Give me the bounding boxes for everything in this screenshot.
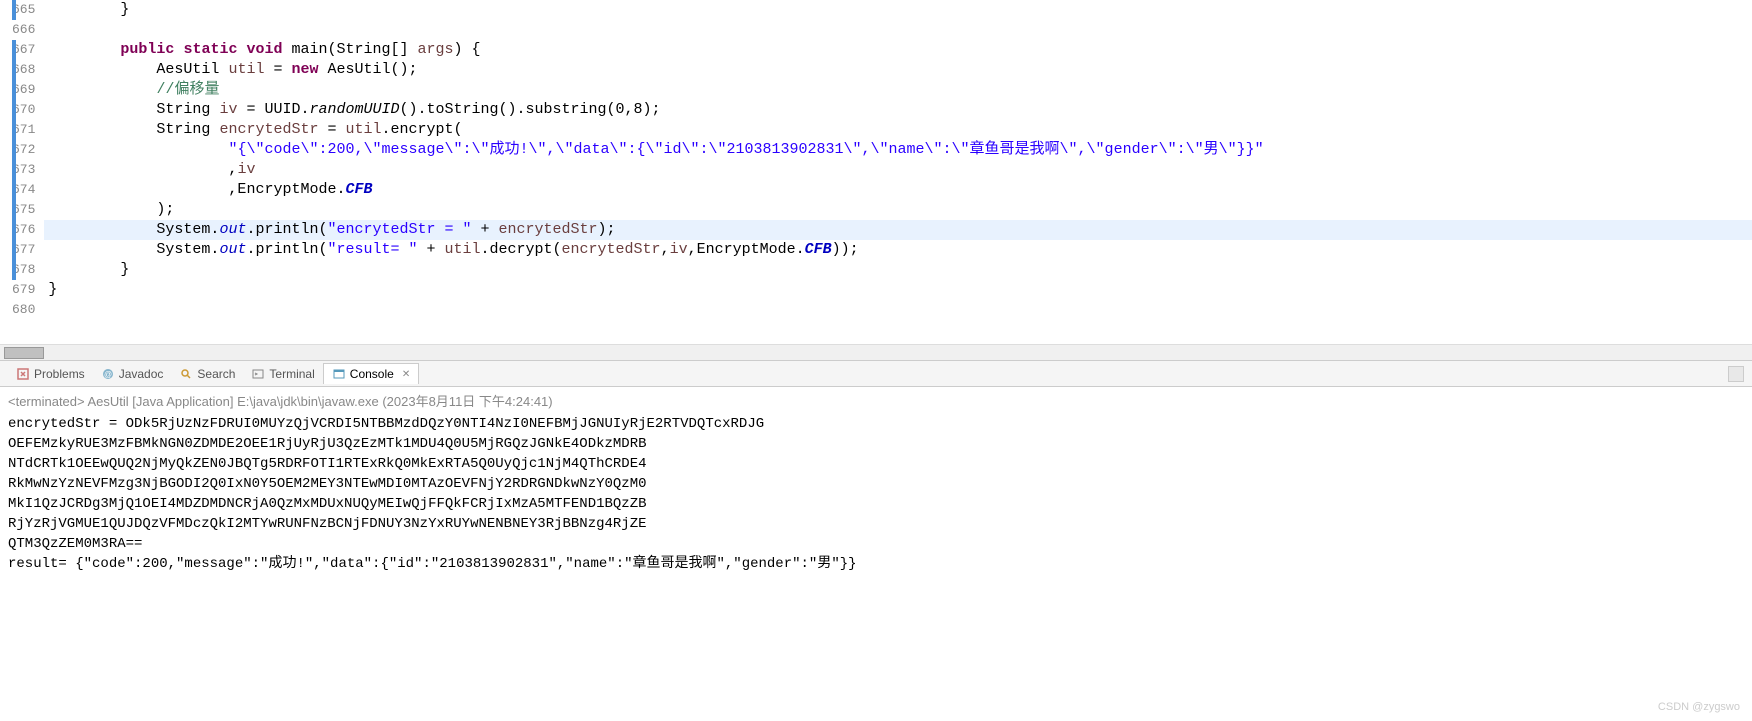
- editor-container: 6656666676686696706716726736746756766776…: [0, 0, 1752, 360]
- code-line[interactable]: [44, 300, 1752, 320]
- code-line[interactable]: }: [44, 280, 1752, 300]
- javadoc-icon: @: [101, 367, 115, 381]
- view-toolbar: [1728, 366, 1744, 382]
- code-line[interactable]: AesUtil util = new AesUtil();: [44, 60, 1752, 80]
- line-number: 666: [12, 20, 35, 40]
- line-number: 672: [12, 140, 35, 160]
- console-line: RjYzRjVGMUE1QUJDQzVFMDczQkI2MTYwRUNFNzBC…: [8, 514, 1744, 534]
- tab-label: Javadoc: [119, 367, 164, 381]
- line-number: 671: [12, 120, 35, 140]
- console-line: NTdCRTk1OEEwQUQ2NjMyQkZEN0JBQTg5RDRFOTI1…: [8, 454, 1744, 474]
- line-number: 680: [12, 300, 35, 320]
- tab-label: Terminal: [269, 367, 314, 381]
- horizontal-scrollbar[interactable]: [0, 344, 1752, 360]
- code-line[interactable]: );: [44, 200, 1752, 220]
- tab-problems[interactable]: Problems: [8, 364, 93, 384]
- console-process-header: <terminated> AesUtil [Java Application] …: [8, 389, 1744, 414]
- console-line: QTM3QzZEM0M3RA==: [8, 534, 1744, 554]
- line-number: 678: [12, 260, 35, 280]
- code-editor[interactable]: 6656666676686696706716726736746756766776…: [0, 0, 1752, 344]
- console-view: <terminated> AesUtil [Java Application] …: [0, 387, 1752, 576]
- line-number: 677: [12, 240, 35, 260]
- scrollbar-thumb[interactable]: [4, 347, 44, 359]
- line-number: 668: [12, 60, 35, 80]
- line-number: 673: [12, 160, 35, 180]
- code-line[interactable]: //偏移量: [44, 80, 1752, 100]
- code-line[interactable]: public static void main(String[] args) {: [44, 40, 1752, 60]
- console-line: encrytedStr = ODk5RjUzNzFDRUI0MUYzQjVCRD…: [8, 414, 1744, 434]
- console-icon: [332, 367, 346, 381]
- line-number: 670: [12, 100, 35, 120]
- tab-label: Console: [350, 367, 394, 381]
- code-line[interactable]: String iv = UUID.randomUUID().toString()…: [44, 100, 1752, 120]
- code-line[interactable]: ,iv: [44, 160, 1752, 180]
- code-line[interactable]: [44, 20, 1752, 40]
- tab-console[interactable]: Console ✕: [323, 363, 419, 384]
- svg-text:@: @: [104, 370, 112, 379]
- code-line[interactable]: "{\"code\":200,\"message\":\"成功!\",\"dat…: [44, 140, 1752, 160]
- tab-javadoc[interactable]: @ Javadoc: [93, 364, 172, 384]
- minimize-button[interactable]: [1728, 366, 1744, 382]
- tab-label: Problems: [34, 367, 85, 381]
- tab-search[interactable]: Search: [171, 364, 243, 384]
- code-area[interactable]: } public static void main(String[] args)…: [44, 0, 1752, 344]
- code-line[interactable]: ,EncryptMode.CFB: [44, 180, 1752, 200]
- line-number: 676: [12, 220, 35, 240]
- code-line[interactable]: }: [44, 260, 1752, 280]
- close-icon[interactable]: ✕: [402, 369, 410, 380]
- tab-terminal[interactable]: Terminal: [243, 364, 322, 384]
- views-tab-bar: Problems @ Javadoc Search Terminal Conso…: [0, 360, 1752, 387]
- line-number: 675: [12, 200, 35, 220]
- line-number: 665: [12, 0, 35, 20]
- console-line: result= {"code":200,"message":"成功!","dat…: [8, 554, 1744, 574]
- line-number: 669: [12, 80, 35, 100]
- line-number: 667: [12, 40, 35, 60]
- tab-label: Search: [197, 367, 235, 381]
- console-line: OEFEMzkyRUE3MzFBMkNGN0ZDMDE2OEE1RjUyRjU3…: [8, 434, 1744, 454]
- terminal-icon: [251, 367, 265, 381]
- search-icon: [179, 367, 193, 381]
- code-line[interactable]: System.out.println("result= " + util.dec…: [44, 240, 1752, 260]
- line-gutter: 6656666676686696706716726736746756766776…: [0, 0, 44, 344]
- code-line[interactable]: System.out.println("encrytedStr = " + en…: [44, 220, 1752, 240]
- line-number: 679: [12, 280, 35, 300]
- code-line[interactable]: String encrytedStr = util.encrypt(: [44, 120, 1752, 140]
- problems-icon: [16, 367, 30, 381]
- console-output[interactable]: encrytedStr = ODk5RjUzNzFDRUI0MUYzQjVCRD…: [8, 414, 1744, 574]
- console-line: RkMwNzYzNEVFMzg3NjBGODI2Q0IxN0Y5OEM2MEY3…: [8, 474, 1744, 494]
- console-line: MkI1QzJCRDg3MjQ1OEI4MDZDMDNCRjA0QzMxMDUx…: [8, 494, 1744, 514]
- code-line[interactable]: }: [44, 0, 1752, 20]
- watermark: CSDN @zygswo: [1658, 701, 1740, 713]
- line-number: 674: [12, 180, 35, 200]
